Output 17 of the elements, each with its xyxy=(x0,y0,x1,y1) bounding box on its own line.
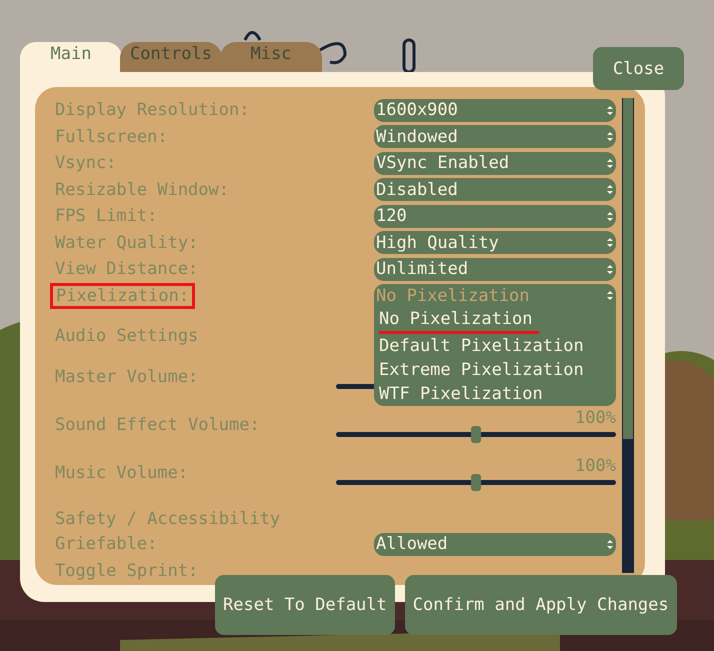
setting-label: Fullscreen: xyxy=(55,126,168,147)
setting-label: FPS Limit: xyxy=(55,206,158,226)
setting-label: Resizable Window: xyxy=(55,180,229,200)
setting-label: Sound Effect Volume: xyxy=(55,415,261,435)
setting-label: Toggle Sprint: xyxy=(55,560,198,581)
setting-label: Vsync: xyxy=(55,153,116,174)
setting-label: Music Volume: xyxy=(55,463,190,483)
setting-label: Water Quality: xyxy=(55,232,198,253)
volume-reading: 100% xyxy=(575,410,616,426)
setting-label: View Distance: xyxy=(55,259,198,280)
volume-reading: 100% xyxy=(575,458,616,474)
setting-label: Pixelization: xyxy=(50,282,196,309)
setting-label: Master Volume: xyxy=(55,367,200,387)
setting-label: Display Resolution: xyxy=(55,100,250,120)
section-heading: Safety / Accessibility xyxy=(55,509,280,529)
section-heading: Audio Settings xyxy=(55,326,198,346)
setting-label: Griefable: xyxy=(55,534,158,554)
